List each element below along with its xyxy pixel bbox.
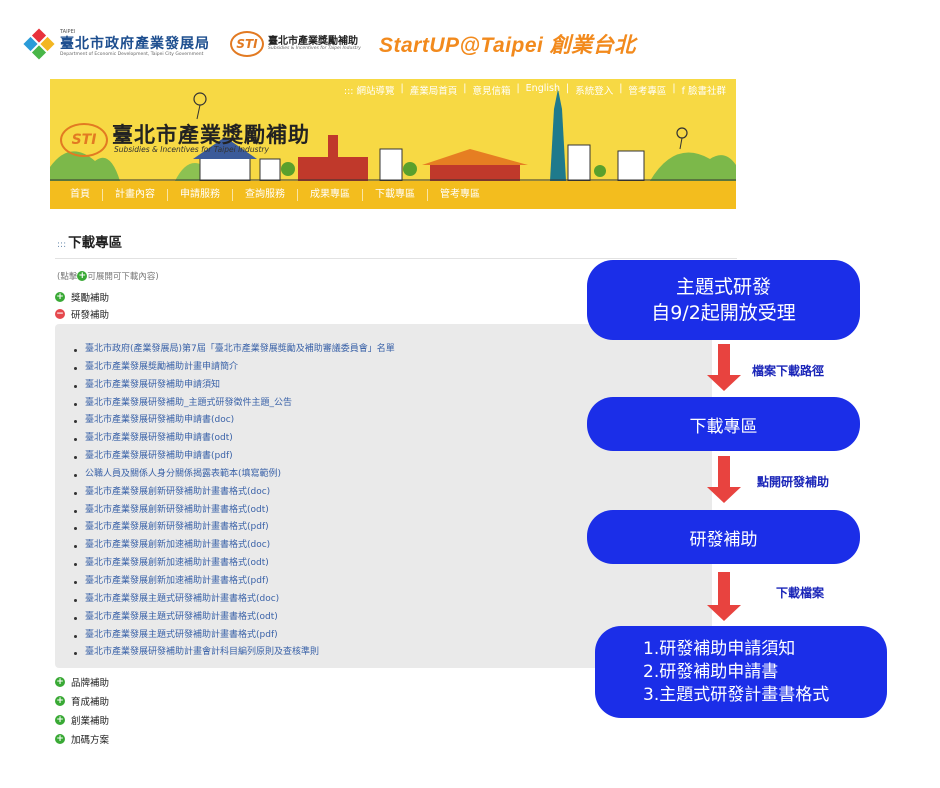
- category-brand[interactable]: + 品牌補助: [55, 675, 109, 689]
- utility-link-doed-home[interactable]: 產業局首頁: [410, 83, 458, 97]
- category-bonus[interactable]: + 加碼方案: [55, 732, 109, 746]
- down-arrow-icon: [707, 456, 741, 504]
- document-link[interactable]: 臺北市產業發展主題式研發補助計畫書格式(doc): [74, 591, 395, 609]
- flow-box-line: 主題式研發: [675, 276, 771, 298]
- hint-prefix: (點擊: [57, 272, 78, 282]
- expand-icon: +: [55, 292, 65, 302]
- document-link[interactable]: 臺北市產業發展創新加速補助計畫書格式(pdf): [74, 573, 395, 591]
- title-dots: :::: [57, 240, 67, 250]
- document-link[interactable]: 臺北市產業發展主題式研發補助計畫書格式(odt): [74, 609, 395, 627]
- document-list: 臺北市政府(產業發展局)第7屆「臺北市產業發展獎勵及補助審議委員會」名單 臺北市…: [74, 341, 395, 662]
- flow-file-item: 2.研發補助申請書: [643, 661, 779, 682]
- page-title-text: 下載專區: [68, 235, 123, 251]
- utility-nav: ::: 網站導覽 | 產業局首頁 | 意見信箱 | English | 系統登入 | 管考…: [343, 83, 726, 97]
- utility-link-sitemap[interactable]: ::: 網站導覽: [344, 83, 395, 97]
- plus-circle-icon: +: [77, 271, 88, 281]
- category-label: 加碼方案: [71, 735, 110, 746]
- document-link[interactable]: 臺北市產業發展創新研發補助計畫書格式(odt): [74, 502, 395, 520]
- nav-item-download[interactable]: 下載專區: [363, 189, 428, 201]
- expand-icon: +: [55, 677, 65, 687]
- expand-icon: +: [55, 696, 65, 706]
- banner-sti-mark: STI: [60, 123, 108, 157]
- gov-emblem-icon: [23, 28, 55, 60]
- logo-row: TAIPEI 臺北市政府產業發展局 Department of Economic…: [23, 26, 636, 62]
- sti-logo-en: Subsidies & Incentives for Taipei Indust…: [268, 46, 361, 52]
- expand-icon: +: [55, 734, 65, 744]
- nav-item-query[interactable]: 查詢服務: [233, 189, 298, 201]
- category-incubation[interactable]: + 育成補助: [55, 694, 109, 708]
- sti-logo[interactable]: STI 臺北市產業獎勵補助 Subsidies & Incentives for…: [230, 31, 361, 57]
- gov-logo-small: TAIPEI: [60, 29, 76, 36]
- document-link[interactable]: 臺北市產業發展研發補助申請書(odt): [74, 430, 395, 448]
- document-link[interactable]: 臺北市產業發展研發補助申請書(pdf): [74, 448, 395, 466]
- category-label: 品牌補助: [71, 678, 110, 689]
- startup-taipei-logo[interactable]: StartUP@Taipei 創業台北: [379, 29, 636, 59]
- gov-logo-name: 臺北市政府產業發展局: [60, 36, 210, 53]
- flow-label-path: 檔案下載路徑: [752, 364, 825, 378]
- document-link[interactable]: 臺北市產業發展創新研發補助計畫書格式(doc): [74, 484, 395, 502]
- category-label: 育成補助: [71, 697, 110, 708]
- down-arrow-icon: [707, 344, 741, 392]
- page-title: ::: 下載專區: [57, 231, 122, 251]
- document-link[interactable]: 公職人員及關係人身分關係揭露表範本(填寫範例): [74, 466, 395, 484]
- flow-box-theme-rd: 主題式研發 自9/2起開放受理: [587, 260, 860, 340]
- utility-link-login[interactable]: 系統登入: [575, 83, 613, 97]
- category-label: 獎勵補助: [71, 293, 110, 304]
- nav-item-home[interactable]: 首頁: [58, 189, 103, 201]
- document-link[interactable]: 臺北市產業發展創新加速補助計畫書格式(doc): [74, 537, 395, 555]
- category-startup[interactable]: + 創業補助: [55, 713, 109, 727]
- document-link[interactable]: 臺北市產業發展研發補助_主題式研發徵件主題_公告: [74, 395, 395, 413]
- document-link[interactable]: 臺北市政府(產業發展局)第7屆「臺北市產業發展獎勵及補助審議委員會」名單: [74, 341, 395, 359]
- expand-hint: (點擊 + 可展開可下載內容): [57, 270, 159, 282]
- category-incentive[interactable]: + 獎勵補助: [55, 290, 109, 304]
- utility-link-control[interactable]: 管考專區: [628, 83, 666, 97]
- flow-box-rd-subsidy: 研發補助: [587, 510, 860, 564]
- document-link[interactable]: 臺北市產業發展研發補助申請書(doc): [74, 412, 395, 430]
- document-link[interactable]: 臺北市產業發展研發補助計畫會計科目編列原則及查核準則: [74, 644, 395, 662]
- flow-label-open: 點開研發補助: [757, 475, 830, 489]
- gov-logo-en: Department of Economic Development, Taip…: [60, 52, 204, 58]
- document-link[interactable]: 臺北市產業發展創新研發補助計畫書格式(pdf): [74, 519, 395, 537]
- document-link[interactable]: 臺北市產業發展主題式研發補助計畫書格式(pdf): [74, 627, 395, 645]
- category-label: 研發補助: [71, 310, 110, 321]
- collapse-icon: −: [55, 309, 65, 319]
- flow-box-download: 下載專區: [587, 397, 860, 451]
- hint-suffix: 可展開可下載內容): [87, 272, 159, 282]
- banner-subtitle: Subsidies & Incentives for Taipei Indust…: [114, 145, 269, 154]
- main-nav: 首頁 計畫內容 申請服務 查詢服務 成果專區 下載專區 管考專區: [50, 181, 736, 209]
- utility-link-facebook[interactable]: f 臉書社群: [682, 83, 726, 97]
- category-rd-subsidy[interactable]: − 研發補助: [55, 307, 109, 321]
- document-link[interactable]: 臺北市產業發展創新加速補助計畫書格式(odt): [74, 555, 395, 573]
- flow-file-item: 1.研發補助申請須知: [643, 638, 796, 659]
- site-banner: ::: 網站導覽 | 產業局首頁 | 意見信箱 | English | 系統登入 | 管考…: [50, 79, 736, 181]
- gov-logo[interactable]: TAIPEI 臺北市政府產業發展局 Department of Economic…: [23, 28, 210, 60]
- category-label: 創業補助: [71, 716, 110, 727]
- flow-file-item: 3.主題式研發計畫書格式: [643, 684, 830, 705]
- nav-item-plan[interactable]: 計畫內容: [103, 189, 168, 201]
- down-arrow-icon: [707, 572, 741, 622]
- nav-item-results[interactable]: 成果專區: [298, 189, 363, 201]
- sti-mark: STI: [230, 31, 264, 57]
- flow-label-files: 下載檔案: [776, 586, 825, 600]
- utility-link-feedback[interactable]: 意見信箱: [472, 83, 510, 97]
- title-divider: [55, 258, 737, 259]
- nav-item-apply[interactable]: 申請服務: [168, 189, 233, 201]
- utility-link-english[interactable]: English: [526, 83, 560, 97]
- flow-box-file-list: 1.研發補助申請須知 2.研發補助申請書 3.主題式研發計畫書格式: [595, 626, 887, 718]
- flow-box-line: 自9/2起開放受理: [651, 302, 796, 324]
- document-link[interactable]: 臺北市產業發展獎勵補助計畫申請簡介: [74, 359, 395, 377]
- document-link[interactable]: 臺北市產業發展研發補助申請須知: [74, 377, 395, 395]
- nav-item-control[interactable]: 管考專區: [428, 189, 492, 201]
- expand-icon: +: [55, 715, 65, 725]
